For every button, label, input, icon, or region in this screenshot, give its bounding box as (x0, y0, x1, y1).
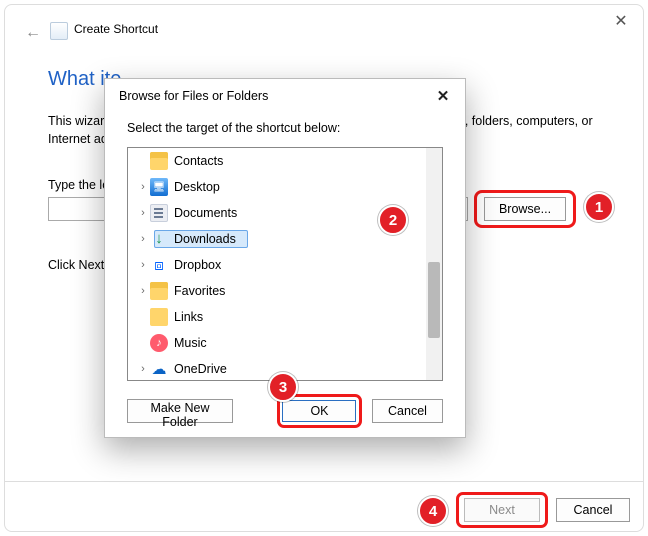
annotation-box-next: Next (456, 492, 548, 528)
ok-button[interactable]: OK (282, 400, 356, 422)
tree-item-label: Documents (174, 206, 237, 220)
dropbox-icon: ⧈ (150, 256, 168, 274)
dialog-close-icon[interactable]: ✕ (429, 84, 457, 108)
tree-item-dropbox[interactable]: › ⧈ Dropbox (128, 252, 442, 278)
wizard-cancel-button[interactable]: Cancel (556, 498, 630, 522)
window-title: Create Shortcut (74, 22, 158, 36)
tree-item-label: Dropbox (174, 258, 221, 272)
chevron-right-icon[interactable]: › (136, 207, 150, 219)
folder-icon (150, 308, 168, 326)
tree-item-label: Desktop (174, 180, 220, 194)
shortcut-icon (50, 22, 68, 40)
click-next-text: Click Next (48, 258, 104, 272)
chevron-right-icon[interactable]: › (136, 233, 150, 245)
back-icon[interactable]: ← (22, 22, 44, 44)
documents-icon (150, 204, 168, 222)
chevron-right-icon[interactable]: › (136, 363, 150, 375)
next-button[interactable]: Next (464, 498, 540, 522)
desktop-icon: 🖥 (150, 178, 168, 196)
folder-icon (150, 282, 168, 300)
dialog-title: Browse for Files or Folders (119, 89, 268, 103)
tree-item-music[interactable]: ♪ Music (128, 330, 442, 356)
annotation-badge-1: 1 (584, 192, 614, 222)
annotation-box-browse: Browse... (474, 190, 576, 228)
dialog-instruction: Select the target of the shortcut below: (127, 121, 340, 135)
tree-item-links[interactable]: Links (128, 304, 442, 330)
tree-item-desktop[interactable]: › 🖥 Desktop (128, 174, 442, 200)
music-icon: ♪ (150, 334, 168, 352)
annotation-badge-4: 4 (418, 496, 448, 526)
tree-item-contacts[interactable]: Contacts (128, 148, 442, 174)
tree-item-label: Downloads (174, 232, 236, 246)
dialog-cancel-button[interactable]: Cancel (372, 399, 443, 423)
window-close-icon[interactable]: ✕ (608, 8, 634, 34)
tree-item-label: Music (174, 336, 207, 350)
tree-item-label: Favorites (174, 284, 225, 298)
browse-button[interactable]: Browse... (484, 197, 566, 221)
annotation-badge-2: 2 (378, 205, 408, 235)
onedrive-icon: ☁ (150, 360, 168, 378)
download-icon: ↓ (150, 229, 168, 247)
folder-icon (150, 152, 168, 170)
make-new-folder-button[interactable]: Make New Folder (127, 399, 233, 423)
folder-tree[interactable]: Contacts › 🖥 Desktop › Documents › ↓ Dow… (127, 147, 443, 381)
tree-item-label: OneDrive (174, 362, 227, 376)
tree-item-label: Links (174, 310, 203, 324)
location-label: Type the lo (48, 178, 109, 192)
chevron-right-icon[interactable]: › (136, 285, 150, 297)
chevron-right-icon[interactable]: › (136, 181, 150, 193)
tree-item-favorites[interactable]: › Favorites (128, 278, 442, 304)
tree-item-label: Contacts (174, 154, 223, 168)
chevron-right-icon[interactable]: › (136, 259, 150, 271)
annotation-badge-3: 3 (268, 372, 298, 402)
